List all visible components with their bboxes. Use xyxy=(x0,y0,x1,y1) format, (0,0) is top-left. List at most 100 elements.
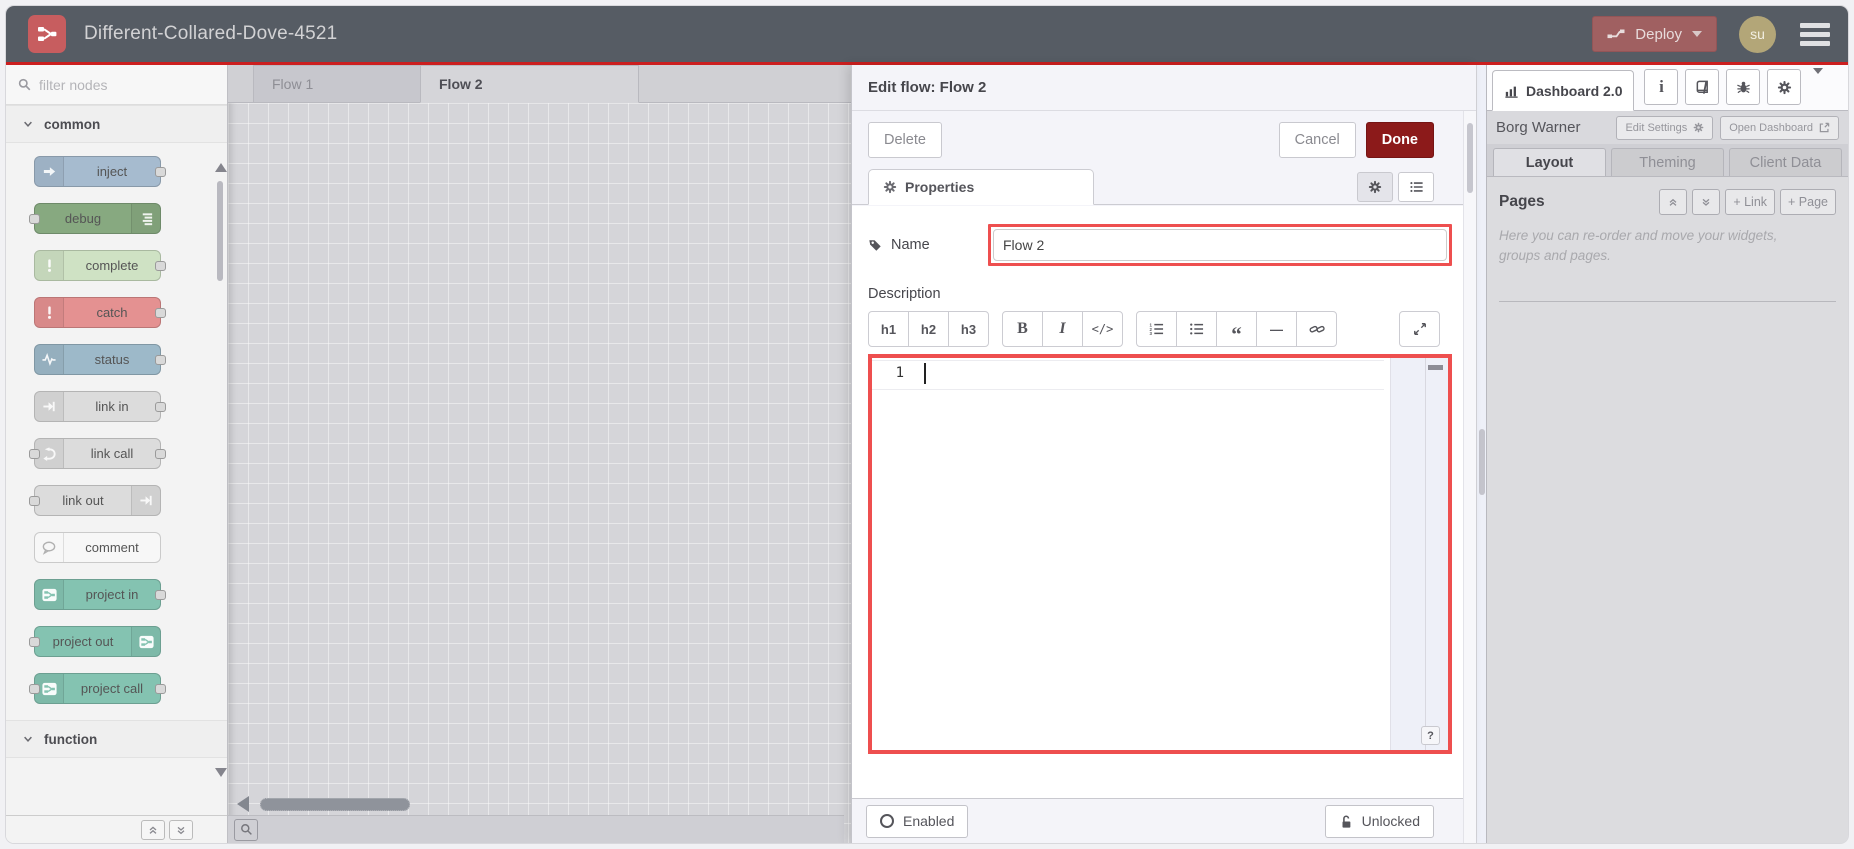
tab-flow-2[interactable]: Flow 2 xyxy=(420,65,639,103)
palette-category-common[interactable]: common xyxy=(6,105,227,143)
enabled-toggle-button[interactable]: Enabled xyxy=(866,804,969,838)
unordered-list-button[interactable] xyxy=(1176,311,1217,347)
node-input-port[interactable] xyxy=(29,496,40,506)
expand-all-button[interactable] xyxy=(169,819,193,840)
node-input-port[interactable] xyxy=(29,684,40,694)
h1-button[interactable]: h1 xyxy=(868,311,909,347)
scrollbar-thumb[interactable] xyxy=(217,181,223,281)
tab-layout[interactable]: Layout xyxy=(1493,148,1606,176)
tab-properties[interactable]: Properties xyxy=(868,169,1094,205)
tab-theming[interactable]: Theming xyxy=(1611,148,1724,176)
description-list-button[interactable] xyxy=(1398,172,1434,202)
sidebar-resize-grip[interactable] xyxy=(1479,429,1485,495)
tab-dashboard-2[interactable]: Dashboard 2.0 xyxy=(1492,70,1635,111)
node-input-port[interactable] xyxy=(29,637,40,647)
bold-button[interactable]: B xyxy=(1002,311,1043,347)
flow-name-input[interactable] xyxy=(993,229,1447,261)
palette-node-link-call[interactable]: link call xyxy=(29,438,166,469)
unlocked-label: Unlocked xyxy=(1361,813,1420,829)
tray-scrollbar-thumb[interactable] xyxy=(1467,123,1473,193)
name-field-highlight xyxy=(988,224,1452,266)
collapse-all-button[interactable] xyxy=(141,819,165,840)
palette-node-inject[interactable]: inject xyxy=(34,156,166,187)
palette-node-link-out[interactable]: link out xyxy=(29,485,161,516)
move-up-button[interactable] xyxy=(1659,189,1688,215)
h3-button[interactable]: h3 xyxy=(948,311,989,347)
palette-node-status[interactable]: status xyxy=(34,344,166,375)
minimap-slider[interactable] xyxy=(1428,365,1443,370)
palette-node-project-in[interactable]: project in xyxy=(34,579,166,610)
scroll-down-icon[interactable] xyxy=(215,768,227,777)
scroll-left-icon[interactable] xyxy=(237,796,249,812)
double-chevron-up-icon xyxy=(149,825,157,834)
deploy-caret-icon[interactable] xyxy=(1692,31,1702,37)
expand-editor-button[interactable] xyxy=(1399,311,1440,347)
expand-icon xyxy=(1413,323,1426,335)
code-button[interactable]: </> xyxy=(1082,311,1123,347)
node-label: complete xyxy=(85,258,139,273)
editor-help-button[interactable]: ? xyxy=(1421,726,1440,745)
done-button[interactable]: Done xyxy=(1365,122,1434,158)
delete-button[interactable]: Delete xyxy=(868,122,942,158)
locked-toggle-button[interactable]: Unlocked xyxy=(1324,804,1434,838)
description-label: Description xyxy=(868,286,941,302)
hscrollbar-thumb[interactable] xyxy=(260,797,410,811)
cancel-button[interactable]: Cancel xyxy=(1278,122,1356,158)
edit-properties-button[interactable] xyxy=(1357,172,1393,202)
debug-bug-button[interactable] xyxy=(1726,69,1761,105)
sidebar-separator[interactable] xyxy=(1476,65,1486,843)
palette-node-complete[interactable]: complete xyxy=(34,250,166,281)
quote-button[interactable]: “ xyxy=(1216,311,1257,347)
node-output-port[interactable] xyxy=(155,402,166,412)
palette-scrollbar[interactable] xyxy=(215,147,227,785)
add-link-button[interactable]: + Link xyxy=(1725,189,1776,215)
italic-button[interactable]: I xyxy=(1042,311,1083,347)
node-output-port[interactable] xyxy=(155,355,166,365)
layout-panel: Pages + Link + Page Here you can re-orde… xyxy=(1487,177,1848,843)
scroll-up-icon[interactable] xyxy=(215,163,227,172)
edit-settings-button[interactable]: Edit Settings xyxy=(1616,115,1714,140)
dashboard-tab-label: Dashboard 2.0 xyxy=(1526,82,1623,99)
sidebar-menu-caret[interactable] xyxy=(1813,68,1824,92)
node-output-port[interactable] xyxy=(155,590,166,600)
palette-node-catch[interactable]: catch xyxy=(34,297,166,328)
open-dashboard-button[interactable]: Open Dashboard xyxy=(1720,115,1839,140)
palette-node-link-in[interactable]: link in xyxy=(34,391,166,422)
node-input-port[interactable] xyxy=(29,449,40,459)
palette-node-debug[interactable]: debug xyxy=(29,203,161,234)
palette-node-project-out[interactable]: project out xyxy=(29,626,161,657)
node-output-port[interactable] xyxy=(155,261,166,271)
filter-nodes-input[interactable] xyxy=(39,76,189,93)
add-page-button[interactable]: + Page xyxy=(1780,189,1836,215)
node-label: project in xyxy=(85,587,139,602)
h2-button[interactable]: h2 xyxy=(908,311,949,347)
palette-category-function[interactable]: function xyxy=(6,720,227,758)
zoom-button[interactable] xyxy=(234,818,258,841)
deploy-button[interactable]: Deploy xyxy=(1592,16,1717,52)
node-output-port[interactable] xyxy=(155,449,166,459)
palette-node-project-call[interactable]: project call xyxy=(29,673,166,704)
node-output-port[interactable] xyxy=(155,167,166,177)
ordered-list-button[interactable]: 1 2 3 xyxy=(1136,311,1177,347)
main-menu-icon[interactable] xyxy=(1800,22,1830,46)
description-editor[interactable]: 1 ? xyxy=(868,354,1452,754)
palette-node-comment[interactable]: comment xyxy=(34,532,161,563)
node-input-port[interactable] xyxy=(29,214,40,224)
editor-minimap[interactable] xyxy=(1390,358,1448,750)
settings-button[interactable] xyxy=(1767,69,1802,105)
palette-search[interactable] xyxy=(6,65,227,105)
help-book-button[interactable] xyxy=(1685,69,1720,105)
tab-flow-1[interactable]: Flow 1 xyxy=(253,65,421,103)
tray-scrollbar[interactable] xyxy=(1463,111,1476,843)
move-down-button[interactable] xyxy=(1692,189,1721,215)
workspace-footer xyxy=(228,815,844,843)
link-button[interactable] xyxy=(1296,311,1337,347)
flow-workspace: Flow 1 Flow 2 Edit flow: Flow 2 Delete C… xyxy=(228,65,1476,843)
user-avatar[interactable]: su xyxy=(1739,15,1776,53)
tab-client-data[interactable]: Client Data xyxy=(1729,148,1842,176)
node-output-port[interactable] xyxy=(155,684,166,694)
node-output-port[interactable] xyxy=(155,308,166,318)
double-chevron-down-icon xyxy=(1702,198,1710,206)
horizontal-rule-button[interactable]: — xyxy=(1256,311,1297,347)
info-button[interactable]: i xyxy=(1644,69,1679,105)
